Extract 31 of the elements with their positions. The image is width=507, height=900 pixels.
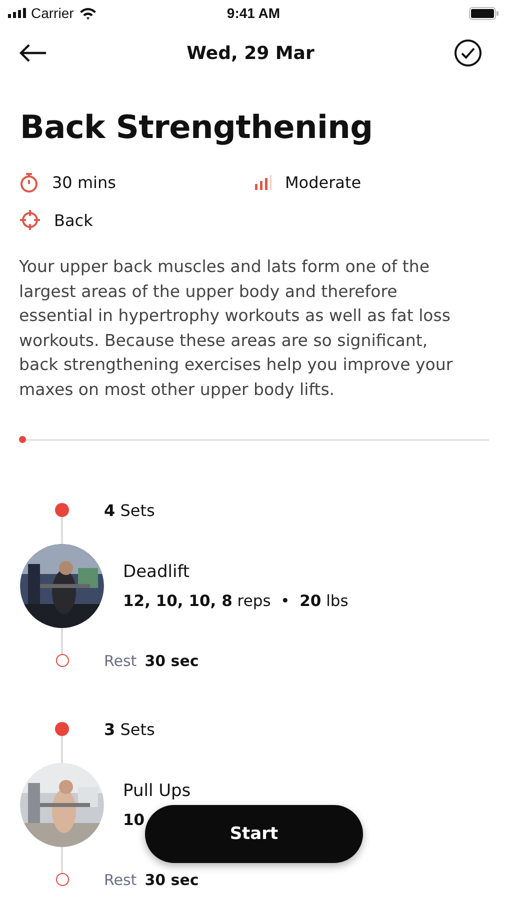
bars-icon	[254, 174, 272, 190]
timeline-ring	[56, 873, 68, 886]
rest-label: Rest	[104, 870, 137, 889]
timeline-dot	[55, 722, 69, 736]
status-time: 9:41 AM	[226, 5, 280, 21]
back-arrow-icon[interactable]	[19, 43, 47, 63]
reps-label: 12, 10, 10, 8 reps • 20 lbs	[123, 592, 348, 610]
target-label: Back	[54, 210, 93, 230]
carrier-label: Carrier	[31, 5, 74, 21]
duration-label: 30 mins	[52, 173, 116, 192]
reps-label: 10	[123, 810, 146, 829]
stopwatch-icon	[19, 172, 39, 193]
rest-duration: 30 sec	[144, 652, 199, 670]
timeline-dot	[55, 503, 69, 518]
rest-label: Rest	[104, 652, 137, 670]
workout-title: Back Strengthening	[20, 108, 374, 146]
signal-icon	[8, 8, 26, 18]
difficulty-label: Moderate	[285, 173, 362, 192]
exercise-name: Deadlift	[123, 562, 191, 582]
workout-description: Your upper back muscles and lats form one of the largest areas of the upper body and therefore essential in hypertrophy workouts as well as fat loss workouts. Because these areas are so significant, back strengthening exercises help you improve your maxes on most other upper body lifts.	[19, 256, 454, 401]
date-title: Wed, 29 Mar	[186, 42, 314, 64]
crosshair-icon	[19, 209, 41, 231]
sets-label: 3 Sets	[104, 720, 155, 739]
rest-duration: 30 sec	[144, 870, 199, 889]
wifi-icon	[78, 6, 97, 20]
timeline-ring	[56, 654, 68, 668]
start-button[interactable]: Start	[145, 805, 363, 863]
exercise-name: Pull Ups	[123, 780, 191, 801]
check-circle-icon[interactable]	[454, 39, 482, 67]
battery-icon	[468, 6, 499, 20]
sets-label: 4 Sets	[104, 500, 155, 520]
